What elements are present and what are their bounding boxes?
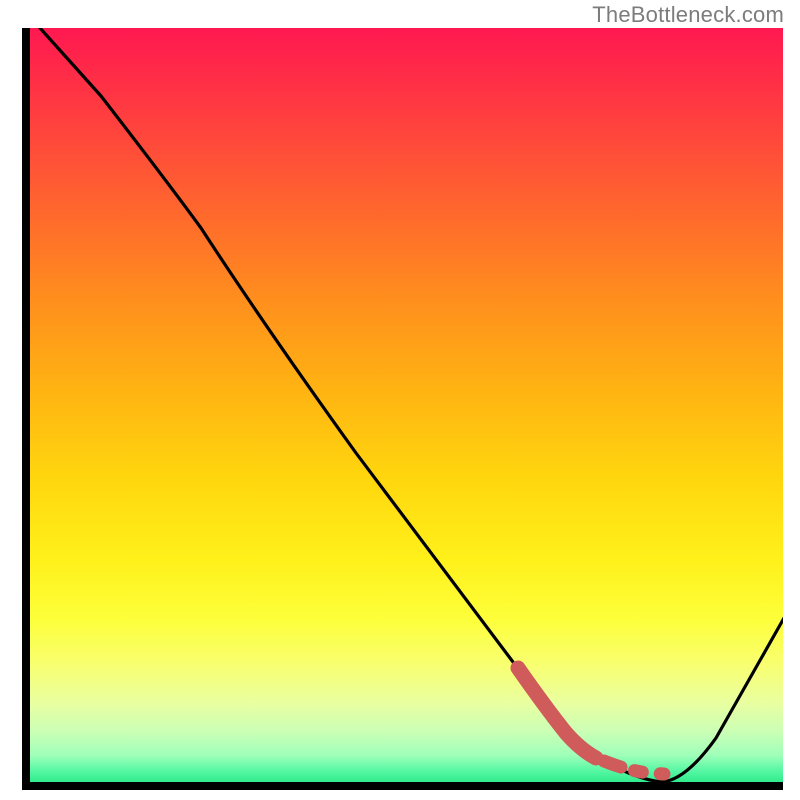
attribution-label: TheBottleneck.com bbox=[592, 2, 784, 28]
bottleneck-curve bbox=[40, 28, 783, 782]
chart-container: TheBottleneck.com bbox=[0, 0, 800, 800]
highlight-curve-solid bbox=[518, 668, 596, 758]
curve-layer bbox=[26, 28, 783, 786]
highlight-curve-dashed bbox=[604, 761, 664, 774]
plot-area bbox=[26, 28, 783, 786]
